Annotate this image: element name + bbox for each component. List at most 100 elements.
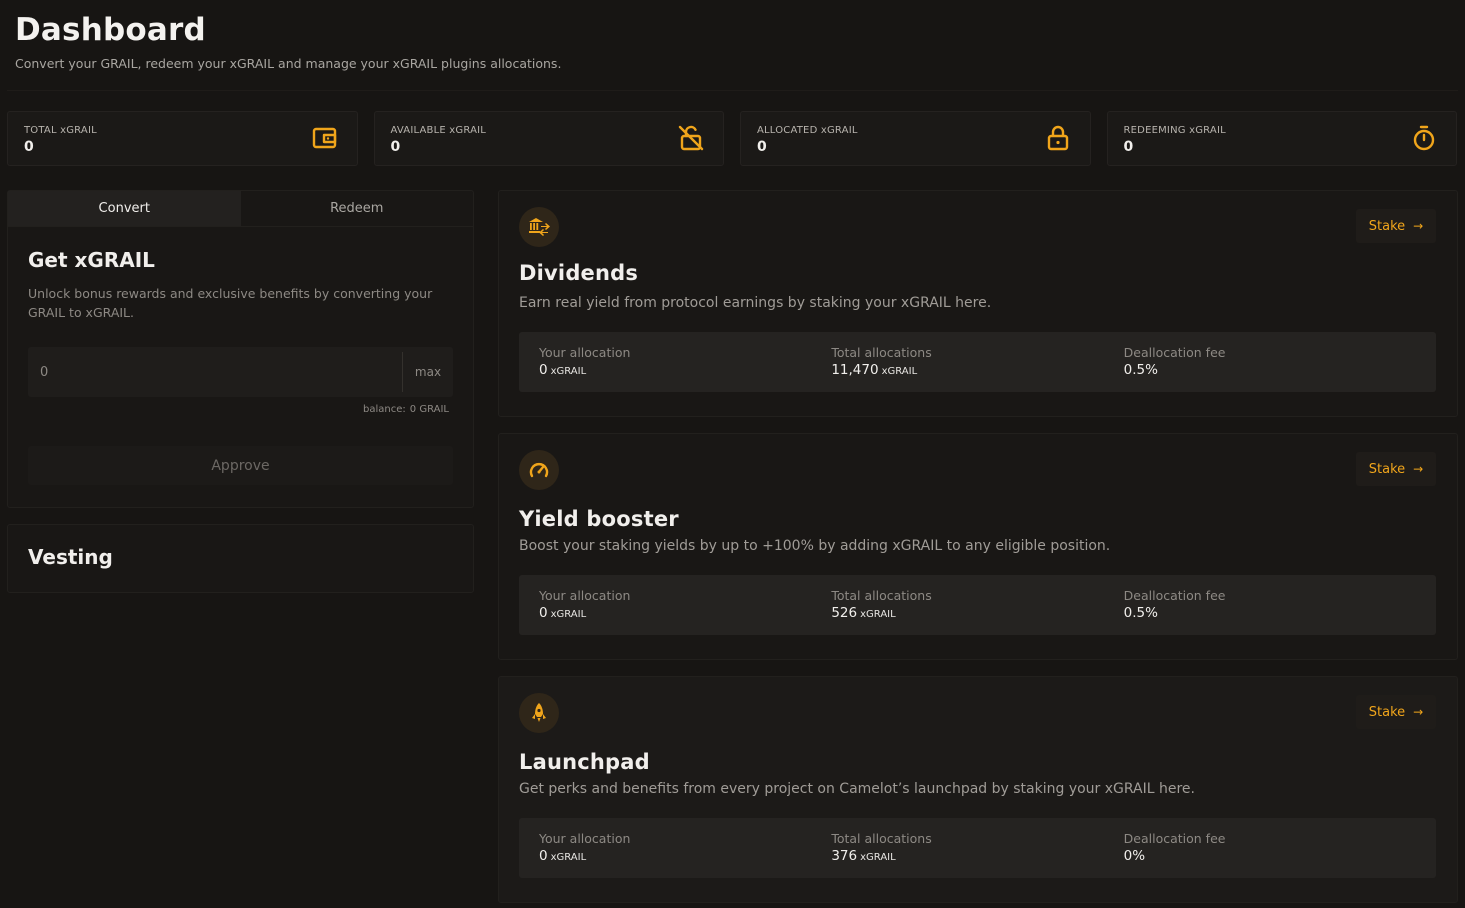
deallocation-fee-value: 0.5%: [1123, 362, 1158, 378]
tab-convert[interactable]: Convert: [8, 191, 241, 226]
max-button[interactable]: max: [403, 365, 453, 379]
plugin-icon-badge: [519, 207, 559, 247]
total-allocations-value: 376: [831, 848, 858, 864]
total-allocations-value-row: 526 xGRAIL: [831, 605, 1123, 621]
stats-row: TOTAL xGRAIL 0 AVAILABLE xGRAIL 0 ALLOCA…: [7, 111, 1457, 166]
your-allocation-label: Your allocation: [539, 831, 631, 846]
unit-label: xGRAIL: [881, 366, 918, 377]
deallocation-fee: Deallocation fee 0.5%: [1124, 588, 1416, 622]
vesting-panel: Vesting: [7, 524, 474, 593]
convert-title: Get xGRAIL: [28, 248, 155, 272]
plugin-title: Yield booster: [519, 507, 679, 531]
deallocation-fee-value: 0%: [1123, 848, 1146, 864]
balance-label: balance:: [363, 404, 406, 415]
plugin-title: Dividends: [519, 261, 639, 285]
total-allocations-label: Total allocations: [831, 345, 932, 360]
page-header: Dashboard Convert your GRAIL, redeem you…: [15, 12, 561, 71]
speedometer-icon: [529, 463, 549, 478]
total-allocations: Total allocations 11,470 xGRAIL: [831, 345, 1123, 379]
page-title: Dashboard: [15, 12, 206, 48]
stat-label: ALLOCATED xGRAIL: [757, 125, 858, 136]
unit-label: xGRAIL: [550, 366, 587, 377]
stat-value: 0: [1123, 139, 1134, 155]
deallocation-fee: Deallocation fee 0.5%: [1124, 345, 1416, 379]
plugin-card-launchpad: Stake → Launchpad Get perks and benefits…: [498, 676, 1458, 903]
stat-card-total: TOTAL xGRAIL 0: [7, 111, 358, 166]
stat-value: 0: [390, 139, 401, 155]
convert-body: Get xGRAIL Unlock bonus rewards and excl…: [8, 227, 473, 505]
balance-line: balance: 0 GRAIL: [28, 404, 453, 415]
stat-card-redeeming: REDEEMING xGRAIL 0: [1106, 111, 1457, 166]
deallocation-fee-value: 0.5%: [1123, 605, 1158, 621]
plugin-icon-badge: [519, 693, 559, 733]
your-allocation: Your allocation 0 xGRAIL: [539, 588, 831, 622]
stake-button[interactable]: Stake →: [1356, 452, 1436, 486]
your-allocation: Your allocation 0 xGRAIL: [539, 345, 831, 379]
unit-label: xGRAIL: [860, 852, 896, 863]
total-allocations-label: Total allocations: [831, 831, 932, 846]
header-divider: [7, 90, 1458, 91]
plugin-title: Launchpad: [519, 750, 650, 774]
timer-icon: [1413, 125, 1435, 151]
arrow-right-icon: →: [1413, 705, 1424, 719]
unlock-icon: [678, 125, 704, 151]
your-allocation-label: Your allocation: [539, 588, 631, 603]
total-allocations-value: 526: [831, 605, 858, 621]
plugin-card-yield-booster: Stake → Yield booster Boost your staking…: [498, 433, 1458, 660]
stat-card-available: AVAILABLE xGRAIL 0: [373, 111, 724, 166]
allocation-summary: Your allocation 0 xGRAIL Total allocation…: [519, 332, 1436, 392]
your-allocation-value: 0: [539, 848, 548, 864]
tab-redeem[interactable]: Redeem: [241, 191, 474, 226]
deallocation-fee: Deallocation fee 0%: [1124, 831, 1416, 865]
your-allocation-value: 0: [539, 362, 548, 378]
approve-button[interactable]: Approve: [28, 446, 453, 485]
convert-panel: Convert Redeem Get xGRAIL Unlock bonus r…: [7, 190, 474, 508]
stake-label: Stake: [1368, 704, 1406, 720]
vesting-title: Vesting: [28, 545, 113, 569]
stake-label: Stake: [1368, 218, 1406, 234]
plugin-description: Get perks and benefits from every projec…: [519, 781, 1195, 797]
lock-icon: [1047, 125, 1068, 151]
your-allocation-value-row: 0 xGRAIL: [539, 362, 831, 378]
your-allocation-value-row: 0 xGRAIL: [539, 605, 831, 621]
your-allocation-value: 0: [539, 605, 548, 621]
stat-label: REDEEMING xGRAIL: [1123, 125, 1226, 136]
amount-field: max: [28, 347, 453, 397]
deallocation-fee-label: Deallocation fee: [1123, 831, 1226, 846]
amount-input[interactable]: [28, 347, 402, 397]
total-allocations: Total allocations 526 xGRAIL: [831, 588, 1123, 622]
stake-button[interactable]: Stake →: [1356, 209, 1436, 243]
total-allocations-value-row: 376 xGRAIL: [831, 848, 1123, 864]
stat-value: 0: [757, 139, 767, 155]
stat-card-allocated: ALLOCATED xGRAIL 0: [740, 111, 1091, 166]
unit-label: xGRAIL: [550, 852, 587, 863]
plugin-description: Earn real yield from protocol earnings b…: [519, 295, 992, 311]
total-allocations-label: Total allocations: [831, 588, 932, 603]
allocation-summary: Your allocation 0 xGRAIL Total allocation…: [519, 575, 1436, 635]
unit-label: xGRAIL: [550, 609, 587, 620]
your-allocation-value-row: 0 xGRAIL: [539, 848, 831, 864]
convert-tabs: Convert Redeem: [8, 191, 473, 227]
page-subtitle: Convert your GRAIL, redeem your xGRAIL a…: [15, 56, 562, 71]
plugin-icon-badge: [519, 450, 559, 490]
wallet-icon: [312, 127, 336, 149]
your-allocation: Your allocation 0 xGRAIL: [539, 831, 831, 865]
bank-transfer-icon: [529, 218, 550, 236]
total-allocations-value-row: 11,470 xGRAIL: [831, 362, 1123, 378]
plugin-description: Boost your staking yields by up to +100%…: [519, 538, 1111, 554]
rocket-icon: [532, 703, 546, 722]
stake-button[interactable]: Stake →: [1356, 695, 1436, 729]
plugin-card-dividends: Stake → Dividends Earn real yield from p…: [498, 190, 1458, 417]
your-allocation-label: Your allocation: [539, 345, 631, 360]
deallocation-fee-label: Deallocation fee: [1123, 345, 1226, 360]
stat-value: 0: [24, 139, 34, 155]
total-allocations: Total allocations 376 xGRAIL: [831, 831, 1123, 865]
balance-value: 0 GRAIL: [409, 404, 449, 415]
convert-description: Unlock bonus rewards and exclusive benef…: [28, 286, 433, 320]
deallocation-fee-label: Deallocation fee: [1123, 588, 1226, 603]
total-allocations-value: 11,470: [831, 362, 879, 378]
stat-label: TOTAL xGRAIL: [24, 125, 97, 136]
stat-label: AVAILABLE xGRAIL: [390, 125, 487, 136]
arrow-right-icon: →: [1413, 462, 1424, 476]
unit-label: xGRAIL: [860, 609, 896, 620]
